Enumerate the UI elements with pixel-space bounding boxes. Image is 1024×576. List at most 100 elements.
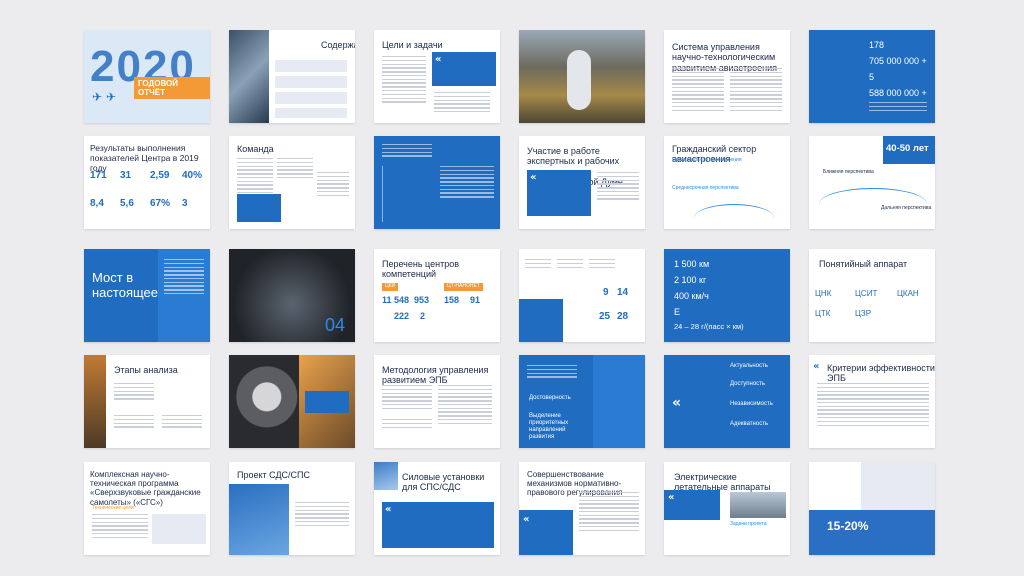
kn-588: 588 000 000 + [869,88,927,98]
percent-big: 15-20% [827,519,869,533]
civil-sub1: Магистральная авиастроения [672,157,742,163]
slide-civil-aviation[interactable]: Гражданский сектор авиастроения Магистра… [664,136,790,229]
slide-power-plants[interactable]: Силовые установки для СПС/СДС « [374,462,500,555]
kpi-3: 3 [182,198,188,209]
gl-czr: ЦЗР [855,309,872,318]
slide-stats-grid[interactable]: 9 14 25 28 [519,249,645,342]
kpi-56: 5,6 [120,198,134,209]
spec-payload: 2 100 кг [674,275,707,285]
cc-title: Перечень центров компетенций [382,259,459,280]
kn-178: 178 [869,40,885,50]
slide-results-2019[interactable]: Результаты выполнения показателей Центра… [84,136,210,229]
slide-contents[interactable]: Содержание [229,30,355,123]
chevron-icon: « [523,514,530,525]
spec-range: 1 500 км [674,259,710,269]
slide-sds-project[interactable]: Проект СДС/СПС [229,462,355,555]
spec-speed: 400 км/ч [674,291,709,301]
slide-grid: 2020 ГОДОВОЙ ОТЧЁТ ✈ ✈ Содержание Цели и… [84,30,944,555]
slide-epb-methodology[interactable]: Методология управления развитием ЭПБ [374,355,500,448]
goals-title: Цели и задачи [382,40,443,50]
kpi-259: 2,59 [150,170,170,181]
persp-sub2: Дальняя перспектива [881,205,932,211]
crit-t3: Независимость [730,401,773,407]
chevron-icon: « [385,504,392,515]
slide-criteria-blue[interactable]: Актуальность Доступность Независимость А… [664,355,790,448]
epb-crit-title: Критерии эффективности ЭПБ [827,363,935,384]
crit-t2: Доступность [730,381,766,387]
glossary-title: Понятийный аппарат [819,259,908,269]
cc-v1: 11 548 [382,295,410,305]
power-title: Силовые установки для СПС/СДС [402,472,485,493]
slide-reliability[interactable]: Достоверность Выделение приоритетных нап… [519,355,645,448]
chevron-icon: « [672,395,682,411]
slide-epb-criteria[interactable]: « Критерии эффективности ЭПБ [809,355,935,448]
slide-electric-aircraft[interactable]: Электрические летательные аппараты « Зад… [664,462,790,555]
chevron-icon: « [435,54,442,65]
bridge-title: Мост в настоящее [92,270,158,300]
contents-title: Содержание [321,40,355,50]
stat-14: 14 [617,287,629,298]
rel-t1: Достоверность [529,395,571,401]
slide-hangar-photo[interactable] [519,30,645,123]
sds-title: Проект СДС/СПС [237,470,311,480]
results-title: Результаты выполнения показателей Центра… [90,143,199,173]
slide-perspectives[interactable]: 40-50 лет Ближняя перспектива Дальняя пе… [809,136,935,229]
gl-cnk: ЦНК [815,289,832,298]
jet-photo [374,462,398,490]
cc-v2: 953 [414,295,430,305]
analysis-title: Этапы анализа [114,365,178,375]
slide-team[interactable]: Команда [229,136,355,229]
slide-turbine-photo[interactable] [229,355,355,448]
slide-blue-text[interactable] [374,136,500,229]
cc-tag1: ЦКИ [382,283,399,291]
team-title: Команда [237,144,274,154]
chevron-icon: « [530,172,537,183]
cc-tag2: ЦТ-НАНОНЕТ [444,283,483,291]
civil-sub2: Среднесрочная перспектива [672,185,739,191]
slide-bridge-present[interactable]: Мост в настоящее [84,249,210,342]
plane-icon: ✈ ✈ [92,90,116,104]
slide-analysis-stages[interactable]: Этапы анализа [84,355,210,448]
kpi-67: 67% [150,198,171,209]
cover-badge: ГОДОВОЙ ОТЧЁТ [134,77,210,100]
electric-plane-photo [730,492,786,518]
cc-v3: 222 [394,311,410,321]
slide-competence-centers[interactable]: Перечень центров компетенций ЦКИ ЦТ-НАНО… [374,249,500,342]
stat-25: 25 [599,311,611,322]
factory-photo [84,355,106,448]
slide-sgs-program[interactable]: Комплексная научно-техническая программа… [84,462,210,555]
gl-ckan: ЦКАН [897,289,919,298]
slide-network-04[interactable]: 04 [229,249,355,342]
persp-sub1: Ближняя перспектива [823,169,874,175]
ea-sub: Задачи проекта [730,521,767,527]
engine-photo [229,30,269,123]
epb-method-title: Методология управления развитием ЭПБ [382,365,489,386]
slide-duma-groups[interactable]: Участие в работе экспертных и рабочих гр… [519,136,645,229]
spec-emission: 24 – 28 г/(пасс × км) [674,322,744,331]
gl-ctk: ЦТК [815,309,831,318]
gl-csit: ЦСИТ [855,289,878,298]
kpi-40: 40% [182,170,203,181]
slide-key-numbers[interactable]: 178 705 000 000 + 5 588 000 000 + [809,30,935,123]
kpi-171: 171 [90,170,107,181]
stat-28: 28 [617,311,629,322]
persp-big: 40-50 лет [886,143,929,154]
rel-t2: Выделение приоритетных направлений разви… [529,413,569,440]
cc-v5: 158 [444,295,460,305]
slide-goals[interactable]: Цели и задачи « [374,30,500,123]
kpi-31: 31 [120,170,132,181]
kn-5: 5 [869,72,875,82]
spec-e: Е [674,307,681,317]
contrail-photo [229,484,289,555]
section-number: 04 [325,315,346,335]
stat-9: 9 [603,287,609,298]
slide-glossary[interactable]: Понятийный аппарат ЦНК ЦСИТ ЦКАН ЦТК ЦЗР [809,249,935,342]
slide-cover[interactable]: 2020 ГОДОВОЙ ОТЧЁТ ✈ ✈ [84,30,210,123]
slide-percent[interactable]: 15-20% [809,462,935,555]
slide-aircraft-specs[interactable]: 1 500 км 2 100 кг 400 км/ч Е 24 – 28 г/(… [664,249,790,342]
sgs-title: Комплексная научно-техническая программа… [90,470,201,507]
slide-regulation[interactable]: Совершенствование механизмов нормативно-… [519,462,645,555]
kpi-84: 8,4 [90,198,104,209]
slide-management-system[interactable]: Система управления научно-технологически… [664,30,790,123]
chevron-icon: « [813,361,820,372]
